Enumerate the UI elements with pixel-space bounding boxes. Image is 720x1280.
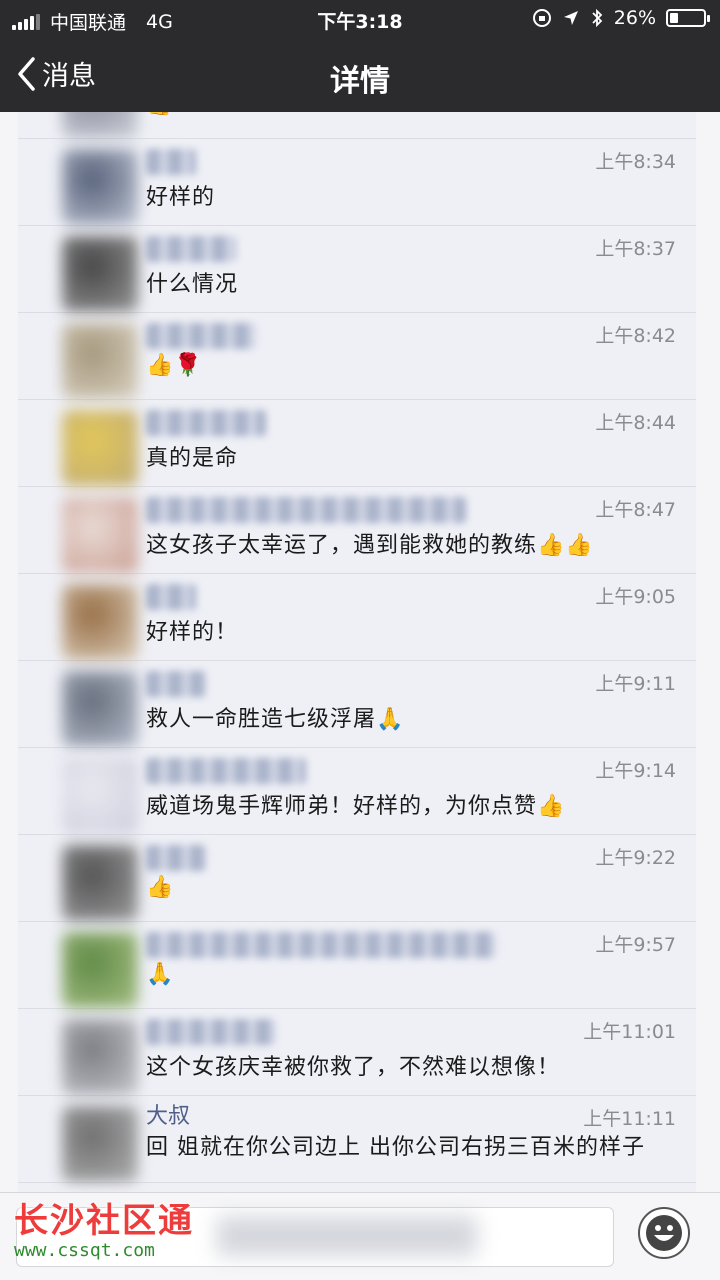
blurred-name [146,671,206,697]
status-bar: 中国联通 4G 下午3:18 26% [0,0,720,40]
comment-time: 上午9:05 [595,586,676,608]
comment-item[interactable]: 上午9:14 威道场鬼手辉师弟！好样的，为你点赞👍 [18,748,696,835]
watermark-url: www.cssqt.com [14,1240,155,1261]
comment-text: 救人一命胜造七级浮屠🙏 [146,707,405,732]
comment-item[interactable]: 上午8:44 真的是命 [18,400,696,487]
blurred-name [146,236,236,262]
bluetooth-icon [592,8,603,28]
blurred-name [146,149,196,175]
avatar[interactable] [62,323,138,399]
avatar[interactable] [62,671,138,747]
blurred-name [146,845,206,871]
avatar[interactable] [62,1019,138,1095]
comment-item[interactable]: 上午8:47 这女孩子太幸运了，遇到能救她的教练👍👍 [18,487,696,574]
avatar[interactable] [62,758,138,834]
comment-time: 上午9:11 [595,673,676,695]
watermark-logo: 长沙社区通 [14,1201,194,1241]
comment-text: 好样的！ [146,620,239,645]
comment-text: 威道场鬼手辉师弟！好样的，为你点赞👍 [146,794,566,819]
avatar[interactable] [62,497,138,573]
blurred-name [146,932,496,958]
avatar[interactable] [62,112,138,138]
comment-item[interactable]: 上午9:57 🙏 [18,922,696,1009]
comment-time: 上午8:34 [595,151,676,173]
comment-panel: 👍上午8:34好样的上午8:37什么情况上午8:42👍🌹上午8:44真的是命上午… [18,112,696,1192]
comment-time: 上午11:11 [583,1108,676,1130]
blurred-name [146,410,266,436]
status-right: 26% [532,7,710,29]
comment-text: 这女孩子太幸运了，遇到能救她的教练👍👍 [146,533,594,558]
comment-time: 上午8:44 [595,412,676,434]
blurred-input-text [217,1216,477,1256]
rotation-lock-icon [532,9,551,27]
comment-list-area[interactable]: 👍上午8:34好样的上午8:37什么情况上午8:42👍🌹上午8:44真的是命上午… [0,112,720,1192]
comment-item[interactable]: 上午8:37 什么情况 [18,226,696,313]
battery-percent: 26% [613,7,656,29]
blurred-name [146,497,466,523]
battery-icon [666,9,710,27]
blurred-name [146,1019,276,1045]
comment-text: 好样的 [146,185,216,210]
comment-time: 上午9:14 [595,760,676,782]
avatar[interactable] [62,410,138,486]
blurred-name [146,323,256,349]
comment-item[interactable]: 👍 [18,112,696,139]
comment-item[interactable]: 上午8:42 👍🌹 [18,313,696,400]
comment-time: 上午8:42 [595,325,676,347]
avatar[interactable] [62,845,138,921]
comment-text: 👍 [146,112,174,117]
location-icon [563,11,578,25]
page-title: 详情 [330,64,390,99]
comment-time: 上午8:47 [595,499,676,521]
commenter-name[interactable]: 大叔 [146,1098,190,1130]
avatar[interactable] [62,1106,138,1182]
blurred-name [146,584,196,610]
comment-text: 👍🌹 [146,353,203,378]
comment-text: 什么情况 [146,272,239,297]
comment-item[interactable]: 上午9:22 👍 [18,835,696,922]
avatar[interactable] [62,149,138,225]
comment-text: 👍 [146,875,175,900]
emoji-button[interactable] [638,1207,690,1259]
comment-time: 上午9:57 [595,934,676,956]
comment-item[interactable]: 大叔 上午11:11 回 姐就在你公司边上 出你公司右拐三百米的样子 [18,1096,696,1183]
battery-fill [670,13,678,23]
comment-time: 上午8:37 [595,238,676,260]
smiley-icon [646,1215,682,1251]
comment-item[interactable]: 上午8:34 好样的 [18,139,696,226]
comment-text: 🙏 [146,962,175,987]
comment-text: 真的是命 [146,446,239,471]
comment-item[interactable]: 上午11:01 这个女孩庆幸被你救了，不然难以想像！ [18,1009,696,1096]
avatar[interactable] [62,236,138,312]
site-watermark: 长沙社区通 www.cssqt.com [14,1204,194,1260]
comment-text: 回 姐就在你公司边上 出你公司右拐三百米的样子 [146,1135,645,1160]
comment-item[interactable]: 上午9:11 救人一命胜造七级浮屠🙏 [18,661,696,748]
avatar[interactable] [62,932,138,1008]
comment-text: 这个女孩庆幸被你救了，不然难以想像！ [146,1055,561,1080]
blurred-name [146,758,306,784]
nav-bar: 消息 详情 [0,40,720,112]
avatar[interactable] [62,584,138,660]
comment-item[interactable]: 上午9:05 好样的！ [18,574,696,661]
comment-time: 上午9:22 [595,847,676,869]
comment-time: 上午11:01 [583,1021,676,1043]
